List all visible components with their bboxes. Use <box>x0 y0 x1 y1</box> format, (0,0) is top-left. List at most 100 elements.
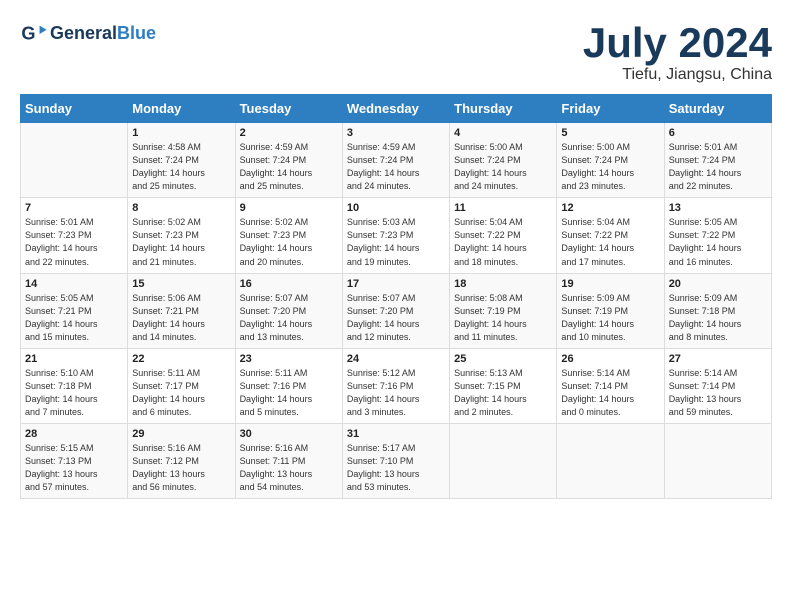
calendar-table: SundayMondayTuesdayWednesdayThursdayFrid… <box>20 94 772 499</box>
calendar-cell: 5Sunrise: 5:00 AM Sunset: 7:24 PM Daylig… <box>557 123 664 198</box>
header-saturday: Saturday <box>664 95 771 123</box>
calendar-cell: 2Sunrise: 4:59 AM Sunset: 7:24 PM Daylig… <box>235 123 342 198</box>
logo: G GeneralBlue <box>20 20 156 48</box>
day-info: Sunrise: 5:01 AM Sunset: 7:23 PM Dayligh… <box>25 216 123 268</box>
day-info: Sunrise: 5:17 AM Sunset: 7:10 PM Dayligh… <box>347 442 445 494</box>
day-number: 14 <box>25 278 123 290</box>
logo-general: General <box>50 23 117 43</box>
calendar-cell: 4 Sunrise: 5:00 AM Sunset: 7:24 PM Daylig… <box>450 123 557 198</box>
calendar-week-2: 7 Sunrise: 5:01 AM Sunset: 7:23 PM Daylig… <box>21 198 772 273</box>
day-number: 13 <box>669 202 767 214</box>
day-info: Sunrise: 5:14 AM Sunset: 7:14 PM Dayligh… <box>669 367 767 419</box>
calendar-cell: 20Sunrise: 5:09 AM Sunset: 7:18 PM Dayli… <box>664 273 771 348</box>
location: Tiefu, Jiangsu, China <box>583 66 772 84</box>
day-number: 27 <box>669 353 767 365</box>
day-info: Sunrise: 5:12 AM Sunset: 7:16 PM Dayligh… <box>347 367 445 419</box>
day-number: 24 <box>347 353 445 365</box>
day-info: Sunrise: 4:59 AM Sunset: 7:24 PM Dayligh… <box>347 141 445 193</box>
calendar-cell: 18 Sunrise: 5:08 AM Sunset: 7:19 PM Dayli… <box>450 273 557 348</box>
month-year: July 2024 <box>583 20 772 66</box>
day-number: 12 <box>561 202 659 214</box>
calendar-cell: 15 Sunrise: 5:06 AM Sunset: 7:21 PM Dayli… <box>128 273 235 348</box>
day-info: Sunrise: 5:07 AM Sunset: 7:20 PM Dayligh… <box>240 292 338 344</box>
calendar-week-5: 28Sunrise: 5:15 AM Sunset: 7:13 PM Dayli… <box>21 423 772 498</box>
calendar-cell: 29 Sunrise: 5:16 AM Sunset: 7:12 PM Dayli… <box>128 423 235 498</box>
calendar-cell: 10Sunrise: 5:03 AM Sunset: 7:23 PM Dayli… <box>342 198 449 273</box>
calendar-cell: 26Sunrise: 5:14 AM Sunset: 7:14 PM Dayli… <box>557 348 664 423</box>
day-number: 21 <box>25 353 123 365</box>
day-info: Sunrise: 5:04 AM Sunset: 7:22 PM Dayligh… <box>561 216 659 268</box>
calendar-cell: 27 Sunrise: 5:14 AM Sunset: 7:14 PM Dayli… <box>664 348 771 423</box>
day-info: Sunrise: 5:16 AM Sunset: 7:12 PM Dayligh… <box>132 442 230 494</box>
day-info: Sunrise: 5:02 AM Sunset: 7:23 PM Dayligh… <box>240 216 338 268</box>
day-number: 19 <box>561 278 659 290</box>
day-info: Sunrise: 5:05 AM Sunset: 7:22 PM Dayligh… <box>669 216 767 268</box>
day-info: Sunrise: 5:07 AM Sunset: 7:20 PM Dayligh… <box>347 292 445 344</box>
calendar-cell: 31Sunrise: 5:17 AM Sunset: 7:10 PM Dayli… <box>342 423 449 498</box>
day-number: 20 <box>669 278 767 290</box>
day-number: 9 <box>240 202 338 214</box>
calendar-cell: 11 Sunrise: 5:04 AM Sunset: 7:22 PM Dayli… <box>450 198 557 273</box>
day-info: Sunrise: 5:04 AM Sunset: 7:22 PM Dayligh… <box>454 216 552 268</box>
calendar-cell: 12 Sunrise: 5:04 AM Sunset: 7:22 PM Dayli… <box>557 198 664 273</box>
day-info: Sunrise: 5:00 AM Sunset: 7:24 PM Dayligh… <box>454 141 552 193</box>
day-number: 4 <box>454 127 552 139</box>
calendar-cell: 3Sunrise: 4:59 AM Sunset: 7:24 PM Daylig… <box>342 123 449 198</box>
day-number: 15 <box>132 278 230 290</box>
day-info: Sunrise: 4:58 AM Sunset: 7:24 PM Dayligh… <box>132 141 230 193</box>
day-number: 8 <box>132 202 230 214</box>
svg-text:G: G <box>21 24 35 44</box>
calendar-cell: 9 Sunrise: 5:02 AM Sunset: 7:23 PM Daylig… <box>235 198 342 273</box>
day-number: 18 <box>454 278 552 290</box>
calendar-cell: 21 Sunrise: 5:10 AM Sunset: 7:18 PM Dayli… <box>21 348 128 423</box>
calendar-cell: 14Sunrise: 5:05 AM Sunset: 7:21 PM Dayli… <box>21 273 128 348</box>
day-info: Sunrise: 5:06 AM Sunset: 7:21 PM Dayligh… <box>132 292 230 344</box>
calendar-cell: 28Sunrise: 5:15 AM Sunset: 7:13 PM Dayli… <box>21 423 128 498</box>
header-thursday: Thursday <box>450 95 557 123</box>
day-number: 28 <box>25 428 123 440</box>
calendar-cell: 13 Sunrise: 5:05 AM Sunset: 7:22 PM Dayli… <box>664 198 771 273</box>
calendar-cell: 24 Sunrise: 5:12 AM Sunset: 7:16 PM Dayli… <box>342 348 449 423</box>
calendar-week-1: 1 Sunrise: 4:58 AM Sunset: 7:24 PM Daylig… <box>21 123 772 198</box>
title-block: July 2024 Tiefu, Jiangsu, China <box>583 20 772 84</box>
day-number: 29 <box>132 428 230 440</box>
day-info: Sunrise: 5:16 AM Sunset: 7:11 PM Dayligh… <box>240 442 338 494</box>
logo-blue: Blue <box>117 23 156 43</box>
day-info: Sunrise: 5:11 AM Sunset: 7:17 PM Dayligh… <box>132 367 230 419</box>
day-number: 10 <box>347 202 445 214</box>
day-info: Sunrise: 5:00 AM Sunset: 7:24 PM Dayligh… <box>561 141 659 193</box>
day-number: 6 <box>669 127 767 139</box>
header-friday: Friday <box>557 95 664 123</box>
day-info: Sunrise: 5:08 AM Sunset: 7:19 PM Dayligh… <box>454 292 552 344</box>
day-info: Sunrise: 4:59 AM Sunset: 7:24 PM Dayligh… <box>240 141 338 193</box>
calendar-week-4: 21 Sunrise: 5:10 AM Sunset: 7:18 PM Dayli… <box>21 348 772 423</box>
calendar-cell: 6Sunrise: 5:01 AM Sunset: 7:24 PM Daylig… <box>664 123 771 198</box>
day-info: Sunrise: 5:10 AM Sunset: 7:18 PM Dayligh… <box>25 367 123 419</box>
calendar-cell <box>664 423 771 498</box>
day-number: 7 <box>25 202 123 214</box>
calendar-cell: 23 Sunrise: 5:11 AM Sunset: 7:16 PM Dayli… <box>235 348 342 423</box>
day-number: 16 <box>240 278 338 290</box>
calendar-cell: 8 Sunrise: 5:02 AM Sunset: 7:23 PM Daylig… <box>128 198 235 273</box>
day-number: 23 <box>240 353 338 365</box>
day-number: 22 <box>132 353 230 365</box>
calendar-cell <box>557 423 664 498</box>
calendar-cell <box>450 423 557 498</box>
day-number: 26 <box>561 353 659 365</box>
day-info: Sunrise: 5:02 AM Sunset: 7:23 PM Dayligh… <box>132 216 230 268</box>
day-info: Sunrise: 5:09 AM Sunset: 7:19 PM Dayligh… <box>561 292 659 344</box>
day-number: 30 <box>240 428 338 440</box>
day-info: Sunrise: 5:13 AM Sunset: 7:15 PM Dayligh… <box>454 367 552 419</box>
day-info: Sunrise: 5:11 AM Sunset: 7:16 PM Dayligh… <box>240 367 338 419</box>
header-tuesday: Tuesday <box>235 95 342 123</box>
header-sunday: Sunday <box>21 95 128 123</box>
calendar-cell: 17Sunrise: 5:07 AM Sunset: 7:20 PM Dayli… <box>342 273 449 348</box>
calendar-week-3: 14Sunrise: 5:05 AM Sunset: 7:21 PM Dayli… <box>21 273 772 348</box>
calendar-cell <box>21 123 128 198</box>
logo-icon: G <box>20 20 48 48</box>
calendar-cell: 22 Sunrise: 5:11 AM Sunset: 7:17 PM Dayli… <box>128 348 235 423</box>
calendar-cell: 30 Sunrise: 5:16 AM Sunset: 7:11 PM Dayli… <box>235 423 342 498</box>
day-number: 1 <box>132 127 230 139</box>
day-number: 11 <box>454 202 552 214</box>
calendar-cell: 16 Sunrise: 5:07 AM Sunset: 7:20 PM Dayli… <box>235 273 342 348</box>
